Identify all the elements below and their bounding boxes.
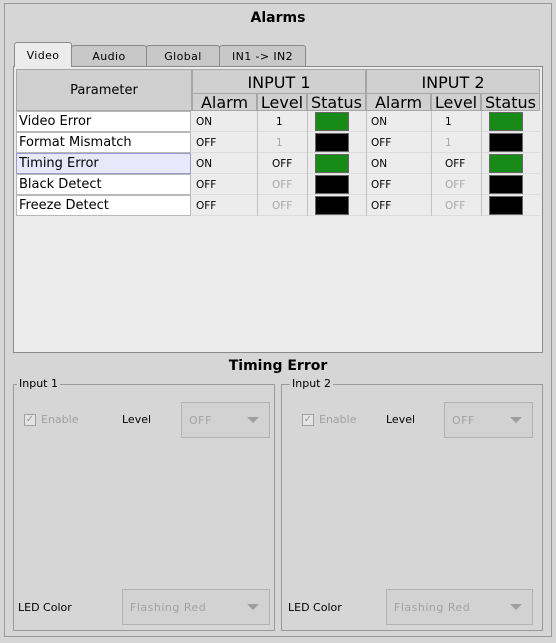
tab-global[interactable]: Global xyxy=(146,45,220,66)
input1-level-cell: OFF xyxy=(272,157,293,170)
parameter-cell[interactable]: Black Detect xyxy=(16,174,191,195)
check-icon[interactable]: ✓ xyxy=(24,414,36,426)
input2-alarm-cell: OFF xyxy=(371,136,392,149)
window-title: Alarms xyxy=(250,10,306,26)
chevron-down-icon xyxy=(247,417,259,423)
input2-alarm-cell: ON xyxy=(371,157,388,170)
tab-video[interactable]: Video xyxy=(14,42,72,67)
input2-level-cell: OFF xyxy=(445,178,466,191)
input2-level-cell: 1 xyxy=(445,115,452,128)
input1-alarm-cell: OFF xyxy=(196,199,217,212)
input1-level-value: OFF xyxy=(189,413,212,427)
column-divider xyxy=(431,111,432,216)
input2-status-indicator xyxy=(489,175,523,194)
input1-status-indicator xyxy=(315,196,349,215)
input2-alarm-header: Alarm xyxy=(366,93,431,112)
parameter-cell[interactable]: Video Error xyxy=(16,111,191,132)
chevron-down-icon xyxy=(510,604,522,610)
input1-level-cell: OFF xyxy=(272,199,293,212)
input2-alarm-cell: ON xyxy=(371,115,388,128)
input2-level-cell: OFF xyxy=(445,157,466,170)
input1-group-legend: Input 1 xyxy=(17,377,60,390)
input2-alarm-cell: OFF xyxy=(371,178,392,191)
input1-alarm-cell: ON xyxy=(196,157,213,170)
input2-level-value: OFF xyxy=(452,413,475,427)
input2-led-color-value: Flashing Red xyxy=(394,600,471,614)
input2-status-indicator xyxy=(489,112,523,131)
input1-level-dropdown[interactable]: OFF xyxy=(181,402,270,438)
input2-level-dropdown[interactable]: OFF xyxy=(444,402,533,438)
input2-status-indicator xyxy=(489,133,523,152)
input2-led-color-dropdown[interactable]: Flashing Red xyxy=(386,589,533,625)
input2-level-cell: OFF xyxy=(445,199,466,212)
input1-led-color-value: Flashing Red xyxy=(130,600,207,614)
tab-in1-in2[interactable]: IN1 -> IN2 xyxy=(219,45,306,66)
input2-header: INPUT 2 xyxy=(366,69,540,95)
input1-alarm-cell: OFF xyxy=(196,136,217,149)
input1-status-indicator xyxy=(315,175,349,194)
input1-enable-label: Enable xyxy=(41,413,79,426)
input1-level-cell: 1 xyxy=(276,115,283,128)
input2-level-label: Level xyxy=(386,413,416,426)
input1-status-indicator xyxy=(315,112,349,131)
input1-level-label: Level xyxy=(122,413,152,426)
input1-level-header: Level xyxy=(257,93,307,112)
input2-status-header: Status xyxy=(481,93,540,112)
input1-level-cell: OFF xyxy=(272,178,293,191)
chevron-down-icon xyxy=(510,417,522,423)
parameter-cell-selected[interactable]: Timing Error xyxy=(16,153,191,174)
check-icon[interactable]: ✓ xyxy=(302,414,314,426)
column-divider xyxy=(307,111,308,216)
parameter-header: Parameter xyxy=(16,69,192,111)
input1-led-color-label: LED Color xyxy=(18,601,72,614)
input1-alarm-header: Alarm xyxy=(192,93,257,112)
input2-status-indicator xyxy=(489,154,523,173)
input1-status-header: Status xyxy=(307,93,366,112)
input2-led-color-label: LED Color xyxy=(288,601,342,614)
column-divider xyxy=(366,111,367,216)
column-divider xyxy=(257,111,258,216)
input1-status-indicator xyxy=(315,154,349,173)
input2-level-cell: 1 xyxy=(445,136,452,149)
input1-alarm-cell: ON xyxy=(196,115,213,128)
input2-level-header: Level xyxy=(431,93,481,112)
detail-title: Timing Error xyxy=(228,358,328,374)
parameter-cell[interactable]: Freeze Detect xyxy=(16,195,191,216)
input2-enable-label: Enable xyxy=(319,413,357,426)
input2-group-legend: Input 2 xyxy=(290,377,333,390)
column-divider xyxy=(481,111,482,216)
input2-alarm-cell: OFF xyxy=(371,199,392,212)
input1-status-indicator xyxy=(315,133,349,152)
input1-header: INPUT 1 xyxy=(192,69,366,95)
input1-alarm-cell: OFF xyxy=(196,178,217,191)
tab-audio[interactable]: Audio xyxy=(71,45,147,66)
input2-status-indicator xyxy=(489,196,523,215)
chevron-down-icon xyxy=(247,604,259,610)
input1-led-color-dropdown[interactable]: Flashing Red xyxy=(122,589,270,625)
parameter-cell[interactable]: Format Mismatch xyxy=(16,132,191,153)
input1-level-cell: 1 xyxy=(276,136,283,149)
